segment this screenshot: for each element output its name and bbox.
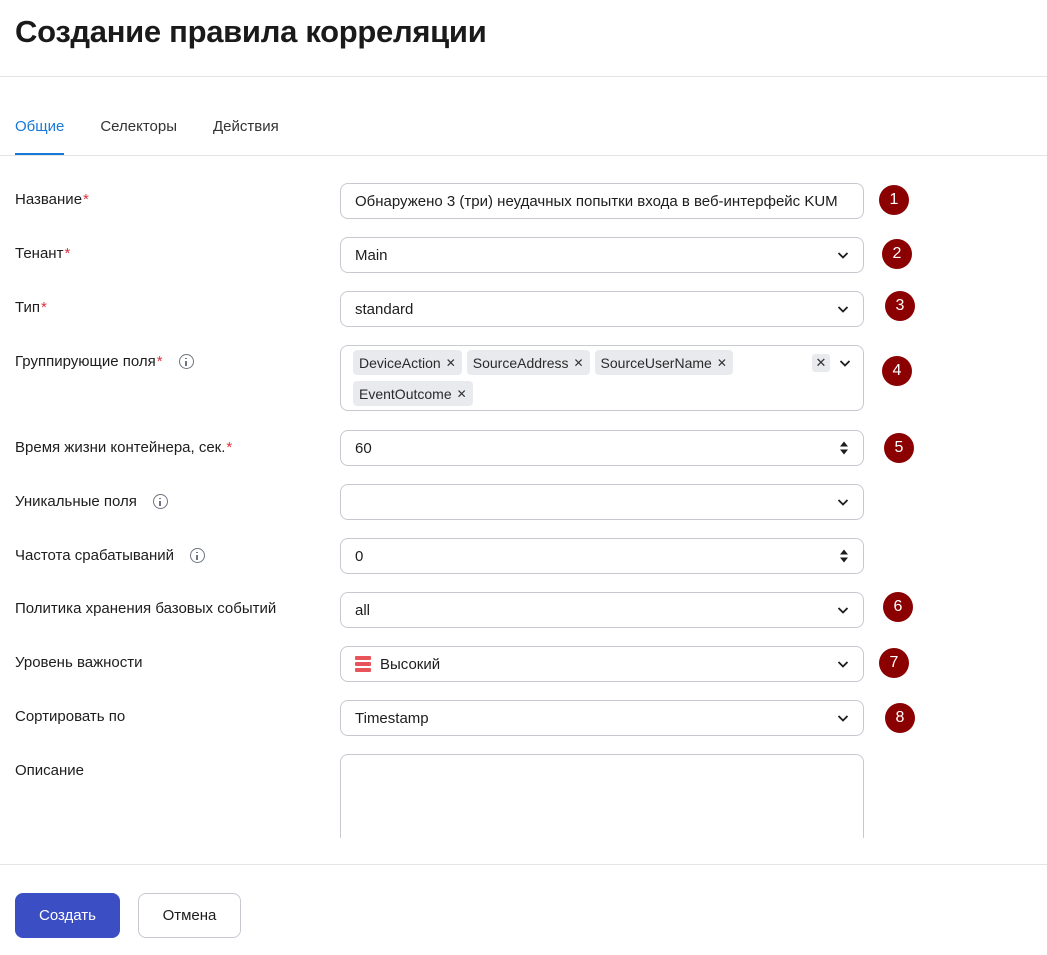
grouping-fields-multiselect[interactable]: DeviceAction ✕ SourceAddress ✕ SourceUserN… (340, 345, 864, 411)
chevron-down-icon (837, 499, 849, 506)
tag: SourceAddress ✕ (466, 350, 590, 375)
create-button[interactable]: Создать (15, 893, 120, 938)
annotation-badge-6: 6 (883, 592, 913, 622)
info-icon[interactable] (178, 354, 194, 369)
required-mark: * (83, 191, 89, 208)
chevron-down-icon (837, 252, 849, 259)
sort-by-value: Timestamp (355, 709, 429, 727)
tag: DeviceAction ✕ (353, 350, 462, 375)
unique-fields-select[interactable] (340, 484, 864, 520)
type-select[interactable]: standard (340, 291, 864, 327)
annotation-badge-3: 3 (885, 291, 915, 321)
footer-divider (0, 864, 1047, 865)
chevron-down-icon (837, 661, 849, 668)
header-divider (0, 76, 1047, 77)
tabs: Общие Селекторы Действия (15, 118, 279, 155)
tabs-divider (0, 155, 1047, 156)
container-lifetime-label: Время жизни контейнера, сек. * (15, 439, 233, 456)
required-mark: * (41, 299, 47, 316)
trigger-rate-value: 0 (355, 547, 364, 565)
chevron-down-icon (837, 715, 849, 722)
tag-list: DeviceAction ✕ SourceAddress ✕ SourceUserN… (353, 350, 812, 406)
severity-select[interactable]: Высокий (340, 646, 864, 682)
chevron-down-icon (837, 607, 849, 614)
page-title: Создание правила корреляции (15, 14, 487, 49)
annotation-badge-2: 2 (882, 239, 912, 269)
base-events-policy-label: Политика хранения базовых событий (15, 600, 277, 617)
name-label: Название * (15, 191, 89, 208)
info-icon[interactable] (152, 494, 168, 509)
tab-general[interactable]: Общие (15, 118, 65, 155)
clear-all-icon[interactable]: ✕ (812, 354, 830, 372)
tag-remove-icon[interactable]: ✕ (717, 356, 727, 370)
sort-by-label: Сортировать по (15, 708, 126, 725)
sort-by-select[interactable]: Timestamp (340, 700, 864, 736)
tab-actions[interactable]: Действия (213, 118, 279, 155)
tenant-value: Main (355, 246, 388, 264)
name-input[interactable]: Обнаружено 3 (три) неудачных попытки вхо… (340, 183, 864, 219)
tag-remove-icon[interactable]: ✕ (573, 356, 583, 370)
tag-remove-icon[interactable]: ✕ (457, 387, 467, 401)
tab-selectors[interactable]: Селекторы (100, 118, 177, 155)
tenant-label: Тенант * (15, 245, 71, 262)
chevron-down-icon (837, 306, 849, 313)
base-events-policy-select[interactable]: all (340, 592, 864, 628)
stepper-icon[interactable] (839, 548, 849, 564)
description-textarea[interactable] (340, 754, 864, 838)
chevron-down-icon (839, 360, 851, 367)
trigger-rate-label: Частота срабатываний (15, 547, 206, 564)
stepper-icon[interactable] (839, 440, 849, 456)
tag: EventOutcome ✕ (353, 381, 473, 406)
container-lifetime-value: 60 (355, 439, 372, 457)
required-mark: * (64, 245, 71, 262)
annotation-badge-8: 8 (885, 703, 915, 733)
unique-fields-label: Уникальные поля (15, 493, 168, 510)
name-value: Обнаружено 3 (три) неудачных попытки вхо… (355, 192, 838, 210)
info-icon[interactable] (190, 548, 206, 563)
annotation-badge-1: 1 (879, 185, 909, 215)
description-label: Описание (15, 762, 85, 779)
base-events-policy-value: all (355, 601, 371, 619)
tenant-select[interactable]: Main (340, 237, 864, 273)
severity-value: Высокий (380, 655, 441, 673)
annotation-badge-7: 7 (879, 648, 909, 678)
annotation-badge-5: 5 (884, 433, 914, 463)
severity-high-icon (355, 656, 371, 672)
grouping-fields-label: Группирующие поля * (15, 353, 194, 370)
container-lifetime-input[interactable]: 60 (340, 430, 864, 466)
required-mark: * (156, 353, 163, 370)
cancel-button[interactable]: Отмена (138, 893, 241, 938)
trigger-rate-input[interactable]: 0 (340, 538, 864, 574)
tag-remove-icon[interactable]: ✕ (446, 356, 456, 370)
annotation-badge-4: 4 (882, 356, 912, 386)
required-mark: * (226, 439, 233, 456)
severity-label: Уровень важности (15, 654, 143, 671)
tag: SourceUserName ✕ (594, 350, 733, 375)
type-label: Тип * (15, 299, 47, 316)
type-value: standard (355, 300, 414, 318)
